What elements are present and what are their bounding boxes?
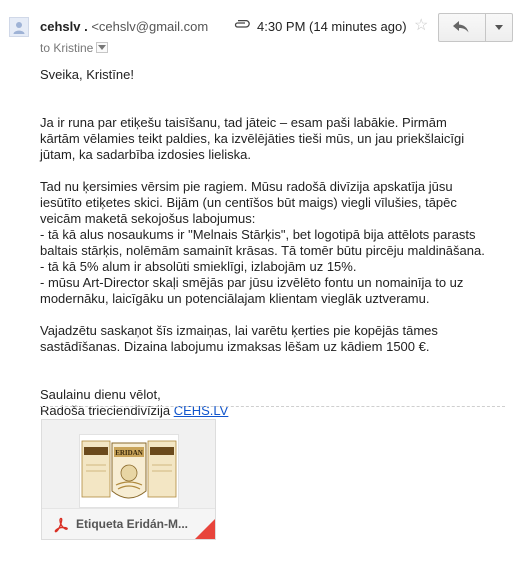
chevron-down-icon [98, 45, 107, 51]
sender: cehslv . <cehslv@gmail.com [40, 19, 208, 34]
body-line: modernāku, laicīgāku un potenciālajam kl… [40, 291, 430, 306]
body-line: Vajadzētu saskaņot šīs izmaiņas, lai var… [40, 323, 438, 338]
body-line: - tā kā 5% alum ir absolūti smieklīgi, i… [40, 259, 357, 274]
message-time: 4:30 PM (14 minutes ago) [257, 19, 407, 34]
attachment-card[interactable]: ERIDAN Etiqueta Eridán-M... [41, 419, 216, 540]
chevron-down-icon [495, 25, 503, 30]
sender-name[interactable]: cehslv . [40, 19, 88, 34]
attachments-divider [40, 406, 505, 407]
attachment-thumbnail[interactable]: ERIDAN [42, 420, 215, 508]
thumbnail-text: ERIDAN [115, 449, 143, 457]
star-icon[interactable]: ☆ [414, 18, 428, 34]
body-line: iesūtīto etiķetes skici. Bijām (un centī… [40, 195, 457, 210]
body-line: kārtām vēlamies teikt paldies, ka izvēlē… [40, 131, 465, 146]
paperclip-icon [234, 20, 250, 28]
message-header: cehslv . <cehslv@gmail.com to Kristine 4… [0, 0, 528, 60]
reply-button[interactable] [439, 14, 486, 41]
greeting: Sveika, Kristīne! [40, 67, 134, 82]
sender-avatar[interactable] [9, 17, 29, 37]
attachment-corner-fold [195, 519, 215, 539]
person-icon [13, 22, 25, 34]
body-line: veicām maketā sekojošus labojumus: [40, 211, 256, 226]
recipients-details-toggle[interactable] [96, 42, 109, 54]
recipients: to Kristine [40, 41, 109, 55]
reply-icon [453, 21, 469, 33]
body-line: Tad nu ķersimies vērsim pie ragiem. Mūsu… [40, 179, 453, 194]
message-body: Sveika, Kristīne! Ja ir runa par etiķešu… [40, 67, 510, 419]
pdf-icon [54, 517, 68, 533]
body-line: sastādīšanas. Dizaina labojumu izmaksas … [40, 339, 430, 354]
body-line: - tā kā alus nosaukums ir "Melnais Stārķ… [40, 227, 476, 242]
label-preview: ERIDAN [79, 434, 179, 508]
signature-line: Saulainu dienu vēlot, [40, 387, 161, 402]
body-line: baltais stārķis, nolēmām samainīt krāsas… [40, 243, 485, 258]
body-line: Ja ir runa par etiķešu taisīšanu, tad jā… [40, 115, 447, 130]
attachment-footer: Etiqueta Eridán-M... [42, 508, 215, 539]
sender-email: <cehslv@gmail.com [91, 19, 209, 34]
recipients-label: to Kristine [40, 41, 94, 55]
body-line: jūtam, ka sadarbība izdosies lieliska. [40, 147, 251, 162]
attachment-name[interactable]: Etiqueta Eridán-M... [76, 517, 196, 531]
more-options-button[interactable] [486, 14, 512, 41]
body-line: - mūsu Art-Director skaļi smējās par jūs… [40, 275, 464, 290]
reply-button-group [438, 13, 513, 42]
